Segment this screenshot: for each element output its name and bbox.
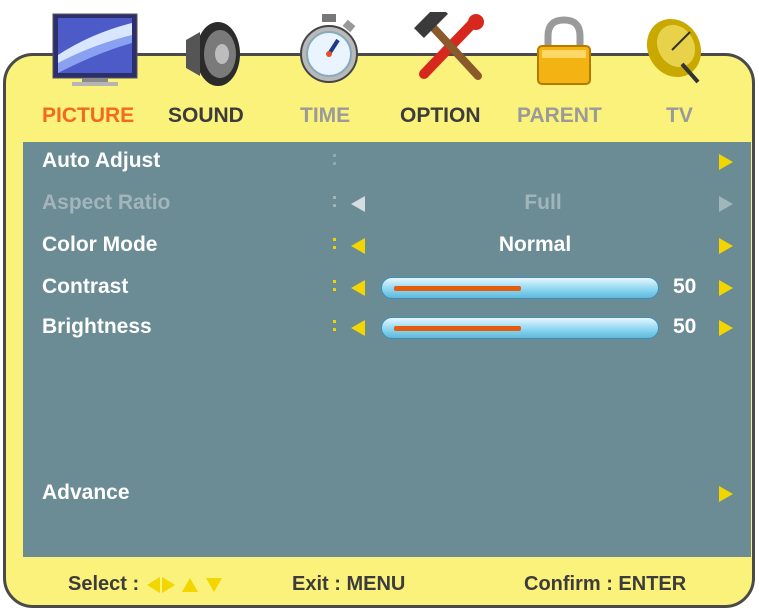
menu-item-label: Brightness [42, 315, 152, 338]
menu-item-advance[interactable]: Advance [23, 474, 751, 514]
tab-time[interactable]: TIME [300, 104, 350, 128]
aspect-ratio-value: Full [524, 191, 562, 214]
down-arrow-icon [205, 577, 222, 592]
menu-item-color-mode[interactable]: Color Mode : Normal [23, 226, 751, 266]
arrow-right-icon[interactable] [719, 154, 733, 170]
tab-sound[interactable]: SOUND [168, 104, 244, 128]
separator-colon: : [331, 189, 338, 212]
menu-item-brightness[interactable]: Brightness : 50 [23, 308, 751, 348]
menu-item-contrast[interactable]: Contrast : 50 [23, 268, 751, 308]
arrow-left-icon[interactable] [351, 238, 365, 254]
menu-item-aspect-ratio: Aspect Ratio : Full [23, 184, 751, 224]
right-arrow-icon [161, 576, 175, 593]
satellite-dish-icon[interactable] [642, 14, 708, 88]
menu-item-auto-adjust[interactable]: Auto Adjust : [23, 142, 751, 182]
tab-option[interactable]: OPTION [400, 104, 481, 128]
separator-colon: : [331, 273, 338, 296]
up-arrow-icon [182, 577, 199, 592]
contrast-slider[interactable] [381, 277, 659, 299]
arrow-right-icon [719, 196, 733, 212]
arrow-left-icon[interactable] [351, 280, 365, 296]
arrow-right-icon[interactable] [719, 486, 733, 502]
brightness-value: 50 [673, 315, 697, 338]
left-arrow-icon [146, 576, 160, 593]
arrow-left-icon[interactable] [351, 320, 365, 336]
tab-parent[interactable]: PARENT [517, 104, 602, 128]
monitor-icon[interactable] [52, 13, 138, 87]
padlock-icon[interactable] [536, 16, 592, 86]
footer-select-hint: Select : [68, 573, 222, 596]
separator-colon: : [331, 231, 338, 254]
menu-item-label: Aspect Ratio [42, 191, 171, 214]
tab-picture[interactable]: PICTURE [42, 104, 134, 128]
contrast-value: 50 [673, 275, 697, 298]
arrow-right-icon[interactable] [719, 280, 733, 296]
tools-icon[interactable] [410, 12, 490, 86]
brightness-slider-fill [394, 326, 521, 331]
menu-panel: Auto Adjust : Aspect Ratio : Full Color … [23, 142, 751, 557]
arrow-right-icon[interactable] [719, 238, 733, 254]
menu-item-label: Color Mode [42, 233, 158, 256]
menu-item-label: Advance [42, 481, 130, 504]
separator-colon: : [331, 147, 338, 170]
menu-item-label: Auto Adjust [42, 149, 161, 172]
tab-tv[interactable]: TV [666, 104, 693, 128]
arrow-right-icon[interactable] [719, 320, 733, 336]
stopwatch-icon[interactable] [298, 14, 360, 86]
contrast-slider-fill [394, 286, 521, 291]
footer-confirm-hint: Confirm : ENTER [524, 573, 687, 595]
menu-item-label: Contrast [42, 275, 129, 298]
select-label: Select : [68, 573, 140, 595]
footer-exit-hint: Exit : MENU [292, 573, 406, 595]
speaker-icon[interactable] [182, 20, 242, 88]
arrow-left-icon [351, 196, 365, 212]
brightness-slider[interactable] [381, 317, 659, 339]
separator-colon: : [331, 313, 338, 336]
color-mode-value: Normal [498, 233, 572, 256]
